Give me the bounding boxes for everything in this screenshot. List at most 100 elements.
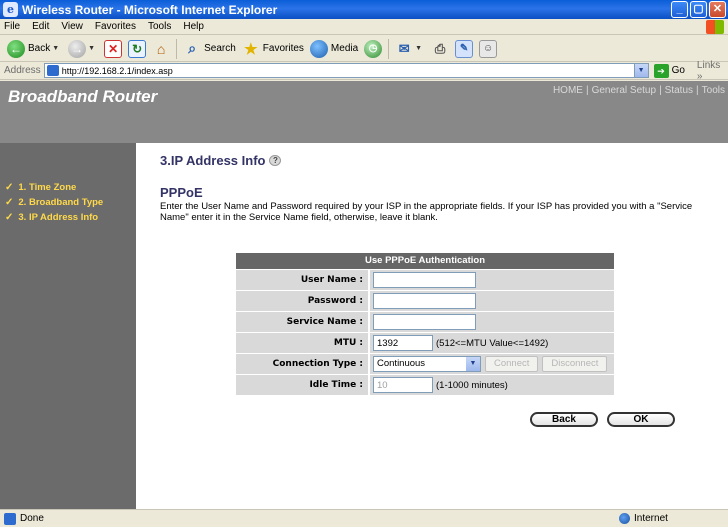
password-field[interactable] [373,293,476,309]
pppoe-title: PPPoE [160,185,203,200]
nav-tools[interactable]: Tools [702,85,725,96]
media-icon [309,39,328,58]
idle-time-hint: (1-1000 minutes) [436,379,508,391]
nav-general-setup[interactable]: General Setup [592,85,657,96]
connect-button[interactable]: Connect [485,356,539,372]
security-zone: Internet [619,513,668,524]
sidebar-item-time-zone[interactable]: ✓ 1. Time Zone [0,180,136,195]
toolbar-divider [176,38,178,59]
help-icon[interactable]: ? [269,155,282,166]
form-row-idle-time: Idle Time : (1-1000 minutes) [236,374,614,395]
back-button[interactable]: ← Back ▼ [4,38,65,60]
title-bar: e Wireless Router - Microsoft Internet E… [0,0,728,19]
address-url[interactable]: http://192.168.2.1/index.asp [62,66,173,76]
nav-home[interactable]: HOME [553,85,583,96]
section-title: 3.IP Address Info ? [160,153,282,168]
menu-edit[interactable]: Edit [26,21,55,32]
menu-favorites[interactable]: Favorites [89,21,142,32]
history-icon: ◷ [364,39,383,58]
chevron-down-icon[interactable]: ▼ [633,64,648,77]
service-name-field[interactable] [373,314,476,330]
status-bar: Done Internet [0,509,728,527]
username-field[interactable] [373,272,476,288]
home-button[interactable]: ⌂ [149,38,173,60]
mtu-label: MTU : [333,338,363,348]
minimize-button[interactable]: _ [671,1,688,18]
form-header: Use PPPoE Authentication [236,253,614,269]
print-button[interactable]: ⎙ [428,38,452,60]
stop-button[interactable]: ✕ [101,38,125,60]
star-icon: ★ [244,40,258,58]
address-bar: Address http://192.168.2.1/index.asp ▼ ➔… [0,60,728,82]
maximize-button[interactable]: ▢ [690,1,707,18]
sidebar-item-broadband-type[interactable]: ✓ 2. Broadband Type [0,195,136,210]
idle-time-field[interactable] [373,377,433,393]
media-button[interactable]: Media [307,38,361,60]
nav-divider: | [585,85,589,96]
chevron-down-icon[interactable]: ▼ [415,45,422,52]
router-header: Broadband Router HOME | General Setup | … [0,81,728,143]
close-button[interactable]: ✕ [709,1,726,18]
print-icon: ⎙ [434,40,446,56]
page-icon [46,65,59,76]
ok-button[interactable]: OK [607,412,675,427]
address-field[interactable]: http://192.168.2.1/index.asp ▼ [43,63,649,78]
chevron-down-icon[interactable]: ▼ [52,45,59,52]
messenger-button[interactable]: ☺ [476,38,500,60]
back-wizard-button[interactable]: Back [530,412,598,427]
messenger-icon: ☺ [479,39,498,58]
search-button[interactable]: ⌕ Search [180,38,239,60]
edit-button[interactable]: ✎ [452,38,476,60]
favorites-button[interactable]: ★ Favorites [239,38,307,60]
refresh-icon: ↻ [128,39,147,58]
mail-button[interactable]: ✉ ▼ [392,38,428,60]
refresh-button[interactable]: ↻ [125,38,149,60]
menu-view[interactable]: View [55,21,89,32]
form-row-service-name: Service Name : [236,311,614,332]
disconnect-button[interactable]: Disconnect [542,356,608,372]
zone-text: Internet [634,513,668,524]
form-row-password: Password : [236,290,614,311]
nav-divider: | [696,85,699,96]
service-name-label: Service Name : [286,317,363,327]
wizard-actions: Back OK [530,412,675,427]
go-button[interactable]: ➔ Go [653,63,685,78]
wizard-sidebar: ✓ 1. Time Zone ✓ 2. Broadband Type ✓ 3. … [0,143,136,509]
check-icon: ✓ [5,212,14,223]
edit-icon: ✎ [455,39,474,58]
forward-button[interactable]: → ▼ [65,38,101,60]
toolbar: ← Back ▼ → ▼ ✕ ↻ ⌂ ⌕ Search ★ Favorites … [0,36,728,62]
connection-type-select[interactable]: Continuous ▼ [373,356,481,372]
idle-time-label: Idle Time : [309,380,363,390]
pppoe-description: Enter the User Name and Password require… [160,201,693,223]
page-done-icon [4,512,16,525]
menu-help[interactable]: Help [177,21,210,32]
form-row-mtu: MTU : (512<=MTU Value<=1492) [236,332,614,353]
forward-arrow-icon: → [68,39,87,58]
connection-type-label: Connection Type : [272,359,363,369]
links-button[interactable]: Links » [697,60,728,82]
menu-bar: File Edit View Favorites Tools Help [0,19,728,35]
nav-divider: | [659,85,662,96]
mtu-field[interactable] [373,335,433,351]
chevron-down-icon[interactable]: ▼ [88,45,95,52]
nav-status[interactable]: Status [665,85,693,96]
check-icon: ✓ [5,197,14,208]
menu-tools[interactable]: Tools [142,21,177,32]
brand-title: Broadband Router [8,87,158,106]
sidebar-item-ip-address-info[interactable]: ✓ 3. IP Address Info [0,210,136,225]
page-content: Broadband Router HOME | General Setup | … [0,81,728,509]
form-row-connection-type: Connection Type : Continuous ▼ Connect D… [236,353,614,374]
password-label: Password : [307,296,363,306]
history-button[interactable]: ◷ [361,38,385,60]
check-icon: ✓ [5,182,14,193]
top-nav: HOME | General Setup | Status | Tools [553,85,725,96]
search-icon: ⌕ [188,40,197,56]
address-label: Address [4,65,41,76]
mtu-hint: (512<=MTU Value<=1492) [436,337,549,349]
home-icon: ⌂ [156,40,166,57]
menu-file[interactable]: File [0,21,26,32]
username-label: User Name : [300,275,363,285]
main-panel: 3.IP Address Info ? PPPoE Enter the User… [136,143,728,509]
window-controls: _ ▢ ✕ [671,1,726,18]
